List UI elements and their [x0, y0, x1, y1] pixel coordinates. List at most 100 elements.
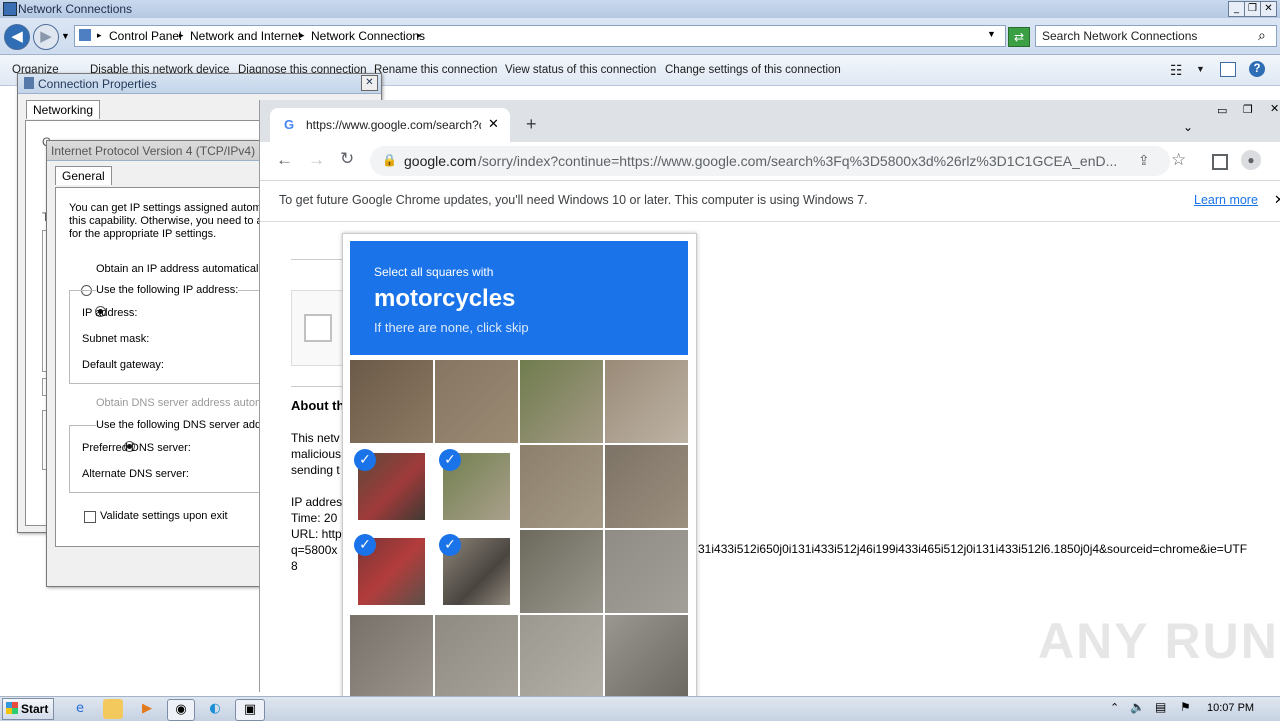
search-input[interactable]: Search Network Connections ⌕	[1035, 25, 1277, 47]
chrome-toolbar: ← → ↻ 🔒 google.com /sorry/index?continue…	[260, 142, 1280, 181]
close-button[interactable]: ✕	[1260, 1, 1277, 17]
breadcrumb-control-panel[interactable]: Control Panel	[109, 29, 182, 43]
use-ip-label: Use the following IP address:	[96, 284, 239, 296]
view-options-icon[interactable]: ☷	[1170, 62, 1183, 79]
captcha-tile[interactable]	[520, 445, 603, 528]
captcha-tile-selected[interactable]: ✓	[435, 445, 518, 528]
chrome-minimize-button[interactable]: ▭	[1217, 104, 1227, 117]
network-icon	[79, 29, 91, 41]
toolbar-rename[interactable]: Rename this connection	[374, 64, 497, 76]
close-button[interactable]: ✕	[361, 75, 378, 91]
check-icon: ✓	[354, 534, 376, 556]
use-dns-label: Use the following DNS server addr	[96, 419, 265, 431]
dialog-titlebar: Connection Properties ✕	[18, 74, 381, 94]
forward-arrow-icon[interactable]: →	[308, 150, 325, 170]
bookmark-star-icon[interactable]: ☆	[1171, 150, 1186, 170]
taskbar: Start e ▶ ◉ ◐ ▣ ⌃ 🔈 ▤ ⚑ 10:07 PM	[0, 696, 1280, 721]
captcha-tile-selected[interactable]: ✓	[435, 530, 518, 613]
preview-pane-icon[interactable]	[1220, 62, 1236, 77]
ip-settings-description: You can get IP settings assigned automa t…	[69, 202, 268, 240]
tab-close-icon[interactable]: ✕	[488, 116, 499, 132]
captcha-tile[interactable]	[520, 615, 603, 698]
tab-search-chevron-icon[interactable]: ⌄	[1183, 120, 1193, 134]
google-favicon-icon: G	[284, 117, 295, 132]
obtain-dns-label: Obtain DNS server address autom	[96, 397, 265, 409]
captcha-tile[interactable]	[605, 615, 688, 698]
preferred-dns-label: Preferred DNS server:	[82, 442, 191, 454]
captcha-tile[interactable]	[605, 445, 688, 528]
side-panel-icon[interactable]	[1212, 154, 1228, 170]
network-connections-taskbar-icon[interactable]: ▣	[235, 699, 265, 721]
profile-avatar-icon[interactable]: ●	[1241, 150, 1261, 170]
dialog-titlebar: Internet Protocol Version 4 (TCP/IPv4)	[47, 141, 277, 161]
chrome-taskbar-icon[interactable]: ◉	[167, 699, 195, 721]
minimize-button[interactable]: _	[1228, 1, 1245, 17]
check-icon: ✓	[354, 449, 376, 471]
tab-networking[interactable]: Networking	[26, 100, 101, 119]
check-icon: ✓	[439, 534, 461, 556]
edge-icon[interactable]: ◐	[205, 699, 225, 719]
help-icon[interactable]: ?	[1249, 61, 1265, 77]
captcha-tile[interactable]	[605, 360, 688, 443]
captcha-tile[interactable]	[350, 360, 433, 443]
breadcrumb-network-connections[interactable]: Network Connections	[311, 29, 425, 43]
learn-more-link[interactable]: Learn more	[1194, 193, 1258, 207]
back-arrow-icon[interactable]: ←	[276, 150, 293, 170]
toolbar-change-settings[interactable]: Change settings of this connection	[665, 64, 841, 76]
new-tab-button[interactable]: +	[526, 114, 537, 135]
captcha-tile-selected[interactable]: ✓	[350, 530, 433, 613]
check-icon: ✓	[439, 449, 461, 471]
url-host: google.com	[404, 153, 477, 169]
omnibox[interactable]: 🔒 google.com /sorry/index?continue=https…	[370, 146, 1170, 176]
validate-checkbox[interactable]	[84, 511, 96, 523]
network-tray-icon[interactable]: ▤	[1155, 700, 1166, 714]
ie-icon[interactable]: e	[70, 699, 90, 719]
about-paragraph: This netv malicious sending t	[291, 431, 342, 477]
search-icon[interactable]: ⌕	[1258, 27, 1266, 44]
show-hidden-icons-icon[interactable]: ⌃	[1110, 701, 1119, 714]
refresh-icon[interactable]: ⇄	[1008, 27, 1030, 47]
ip-address-label: IP address:	[82, 307, 138, 319]
captcha-tile[interactable]	[605, 530, 688, 613]
recent-pages-chevron-icon[interactable]: ▼	[61, 31, 70, 41]
captcha-tile[interactable]	[435, 615, 518, 698]
toolbar-view-status[interactable]: View status of this connection	[505, 64, 656, 76]
share-icon[interactable]: ⇪	[1138, 152, 1150, 169]
tab-general[interactable]: General	[55, 166, 112, 185]
captcha-tile[interactable]	[350, 615, 433, 698]
captcha-hint: If there are none, click skip	[374, 320, 529, 335]
volume-icon[interactable]: 🔈	[1130, 700, 1145, 714]
maximize-button[interactable]: ❐	[1244, 1, 1261, 17]
view-dropdown-icon[interactable]: ▼	[1196, 64, 1205, 74]
breadcrumb-network-internet[interactable]: Network and Internet	[190, 29, 301, 43]
address-dropdown-icon[interactable]: ▼	[987, 29, 996, 39]
captcha-tile[interactable]	[435, 360, 518, 443]
default-gateway-label: Default gateway:	[82, 359, 164, 371]
infobar-text: To get future Google Chrome updates, you…	[279, 193, 868, 207]
file-explorer-icon[interactable]	[103, 699, 123, 719]
forward-button[interactable]: ▶	[33, 24, 59, 50]
dns-group	[69, 425, 281, 493]
chrome-tabstrip: G https://www.google.com/search?q= ✕ + ⌄…	[260, 100, 1280, 142]
clock[interactable]: 10:07 PM	[1207, 702, 1254, 714]
infobar-close-icon[interactable]: ✕	[1274, 192, 1280, 208]
url-path: /sorry/index?continue=https://www.google…	[478, 153, 1118, 169]
chrome-tab[interactable]: G https://www.google.com/search?q= ✕	[270, 108, 510, 142]
anyrun-watermark: ANY RUN	[1038, 613, 1279, 669]
address-box[interactable]: ▸ Control Panel ▸ Network and Internet ▸…	[74, 25, 1006, 47]
network-adapter-icon	[24, 77, 34, 89]
recaptcha-checkbox[interactable]	[304, 314, 332, 342]
validate-label: Validate settings upon exit	[100, 510, 228, 522]
reload-icon[interactable]: ↻	[340, 149, 354, 169]
captcha-tile[interactable]	[520, 360, 603, 443]
action-center-flag-icon[interactable]: ⚑	[1180, 700, 1191, 714]
back-button[interactable]: ◀	[4, 24, 30, 50]
chrome-close-button[interactable]: ✕	[1270, 102, 1279, 115]
media-player-icon[interactable]: ▶	[137, 699, 157, 719]
about-heading: About th	[291, 398, 345, 413]
captcha-tile-selected[interactable]: ✓	[350, 445, 433, 528]
captcha-tile[interactable]	[520, 530, 603, 613]
start-button[interactable]: Start	[2, 698, 54, 720]
lock-icon: 🔒	[382, 153, 397, 167]
chrome-restore-button[interactable]: ❐	[1243, 103, 1253, 116]
